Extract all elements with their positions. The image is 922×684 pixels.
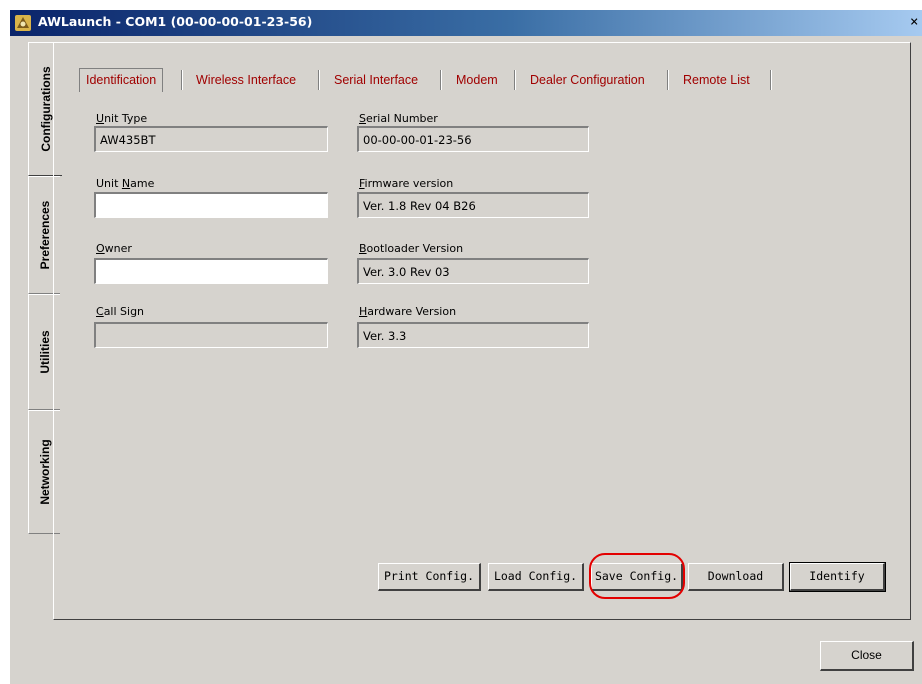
unit-type-label: Unit Type (96, 112, 148, 125)
bootloader-version-field: Ver. 3.0 Rev 03 (357, 258, 589, 284)
vtab-networking-label: Networking (37, 439, 52, 505)
identify-button[interactable]: Identify (789, 562, 886, 592)
firmware-version-label: Firmware version (359, 177, 454, 190)
tab-identification[interactable]: Identification (79, 68, 164, 92)
owner-label: Owner (96, 242, 132, 255)
vtab-utilities-label: Utilities (37, 330, 52, 374)
hardware-version-label: Hardware Version (359, 305, 457, 318)
tab-dealer-configuration[interactable]: Dealer Configuration (524, 68, 651, 92)
tab-separator (514, 70, 516, 90)
serial-number-label: Serial Number (359, 112, 438, 125)
tab-separator (667, 70, 669, 90)
tab-remote-list[interactable]: Remote List (677, 68, 756, 92)
tab-separator (770, 70, 772, 90)
close-button[interactable]: Close (820, 641, 914, 671)
tab-separator (181, 70, 183, 90)
window-title: AWLaunch - COM1 (00-00-00-01-23-56) (38, 14, 313, 29)
unit-name-label: Unit Name (96, 177, 155, 190)
tab-modem[interactable]: Modem (450, 68, 504, 92)
owner-input[interactable] (94, 258, 328, 284)
vtab-configurations-label: Configurations (38, 66, 53, 152)
firmware-version-field: Ver. 1.8 Rev 04 B26 (357, 192, 589, 218)
save-config-button[interactable]: Save Config. (591, 563, 683, 591)
call-sign-label: Call Sign (96, 305, 145, 318)
tab-wireless-interface[interactable]: Wireless Interface (190, 68, 302, 92)
title-bar[interactable]: AWLaunch - COM1 (00-00-00-01-23-56) (10, 10, 922, 36)
hardware-version-field: Ver. 3.3 (357, 322, 589, 348)
bootloader-version-label: Bootloader Version (359, 242, 464, 255)
vtab-preferences-label: Preferences (37, 200, 52, 270)
app-icon (15, 15, 31, 31)
unit-name-input[interactable] (94, 192, 328, 218)
tab-separator (318, 70, 320, 90)
serial-number-field: 00-00-00-01-23-56 (357, 126, 589, 152)
call-sign-field (94, 322, 328, 348)
download-button[interactable]: Download (688, 563, 784, 591)
tab-serial-interface[interactable]: Serial Interface (328, 68, 424, 92)
unit-type-field: AW435BT (94, 126, 328, 152)
load-config-button[interactable]: Load Config. (488, 563, 584, 591)
print-config-button[interactable]: Print Config. (378, 563, 481, 591)
window-close-icon[interactable]: × (910, 12, 922, 32)
tab-separator (440, 70, 442, 90)
